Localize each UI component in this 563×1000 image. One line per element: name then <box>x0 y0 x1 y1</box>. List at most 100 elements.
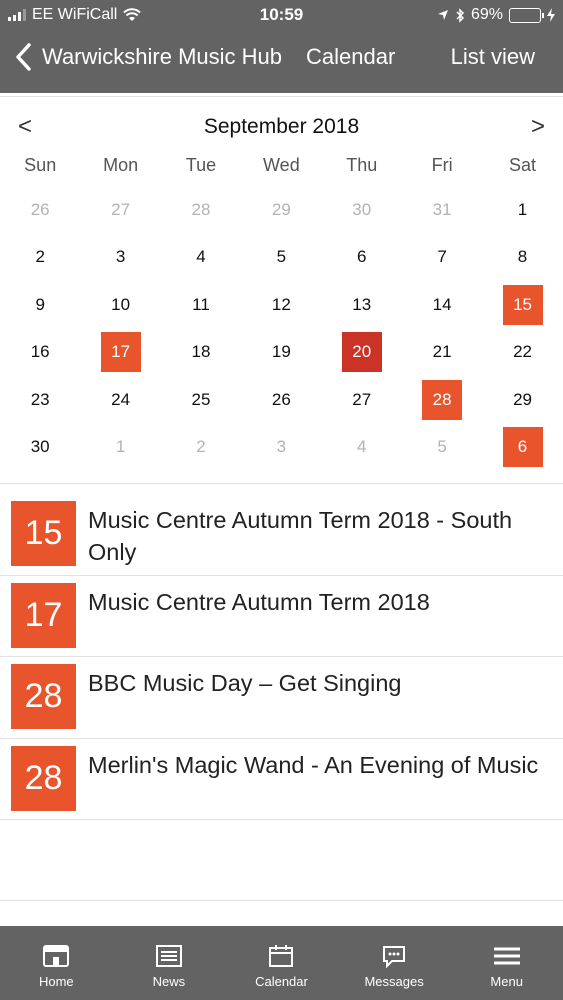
status-bar: EE WiFiCall 10:59 69% <box>0 0 563 32</box>
calendar-day-event[interactable]: 15 <box>482 281 562 329</box>
day-number: 6 <box>502 427 543 468</box>
calendar-day[interactable]: 26 <box>241 376 321 424</box>
calendar-day[interactable]: 27 <box>322 376 402 424</box>
calendar-day-event[interactable]: 6 <box>482 424 562 472</box>
calendar-day[interactable]: 3 <box>241 424 321 472</box>
calendar-day[interactable]: 22 <box>482 329 562 377</box>
month-label: September 2018 <box>203 115 360 138</box>
calendar-day[interactable]: 4 <box>161 234 241 282</box>
calendar-day[interactable]: 31 <box>402 186 482 234</box>
day-number: 10 <box>111 294 131 314</box>
calendar-day[interactable]: 30 <box>0 424 80 472</box>
day-number: 25 <box>191 389 211 409</box>
calendar-grid: 26 27 28 29 30 31 1 2 3 4 5 6 7 8 9 10 11 12 13 14 15 16 17 18 1… <box>0 186 563 471</box>
weekday-label: Sun <box>24 155 57 175</box>
list-view-button[interactable]: List view <box>451 44 535 70</box>
event-list-item[interactable]: 17 Music Centre Autumn Term 2018 <box>0 576 563 657</box>
calendar-day[interactable]: 21 <box>402 329 482 377</box>
calendar-day[interactable]: 18 <box>161 329 241 377</box>
divider <box>0 900 563 901</box>
tab-label: Menu <box>490 974 523 989</box>
event-title: Music Centre Autumn Term 2018 - South On… <box>88 507 513 565</box>
event-list-item[interactable]: 28 Merlin's Magic Wand - An Evening of Mu… <box>0 739 563 820</box>
calendar-day-event[interactable]: 28 <box>402 376 482 424</box>
messages-icon <box>379 944 409 974</box>
calendar-day[interactable]: 2 <box>161 424 241 472</box>
tab-menu[interactable]: Menu <box>450 926 563 1000</box>
day-number: 2 <box>35 247 45 267</box>
calendar-day[interactable]: 23 <box>0 376 80 424</box>
home-icon <box>41 944 71 974</box>
next-month-button[interactable]: > <box>531 113 545 141</box>
event-list-item[interactable]: 15 Music Centre Autumn Term 2018 - South … <box>0 494 563 576</box>
calendar-day[interactable]: 9 <box>0 281 80 329</box>
calendar-day[interactable]: 26 <box>0 186 80 234</box>
day-number: 4 <box>196 247 206 267</box>
weekday-label: Mon <box>103 155 139 175</box>
day-number: 28 <box>422 379 463 420</box>
calendar-day-event[interactable]: 17 <box>80 329 160 377</box>
day-number: 27 <box>352 389 372 409</box>
calendar-day[interactable]: 13 <box>322 281 402 329</box>
event-date-badge: 28 <box>11 745 76 811</box>
day-number: 11 <box>192 294 210 314</box>
tab-home[interactable]: Home <box>0 926 113 1000</box>
tab-news[interactable]: News <box>113 926 226 1000</box>
calendar-day[interactable]: 4 <box>322 424 402 472</box>
calendar-day[interactable]: 2 <box>0 234 80 282</box>
calendar-day[interactable]: 28 <box>161 186 241 234</box>
section-title: Calendar <box>306 44 396 69</box>
tab-label: Calendar <box>255 974 308 989</box>
day-number: 2 <box>196 437 206 457</box>
day-number: 16 <box>30 342 50 362</box>
event-title: Music Centre Autumn Term 2018 <box>88 588 430 615</box>
event-date-badge: 28 <box>11 664 76 729</box>
calendar-day[interactable]: 27 <box>80 186 160 234</box>
calendar-day[interactable]: 5 <box>402 424 482 472</box>
calendar-day[interactable]: 29 <box>482 376 562 424</box>
weekday-label: Sat <box>509 155 537 175</box>
top-bar: EE WiFiCall 10:59 69% Warwickshire Music… <box>0 0 563 93</box>
weekday-label: Wed <box>263 155 300 175</box>
calendar-day[interactable]: 11 <box>161 281 241 329</box>
tab-calendar[interactable]: Calendar <box>225 926 338 1000</box>
calendar-day[interactable]: 14 <box>402 281 482 329</box>
calendar-day[interactable]: 29 <box>241 186 321 234</box>
page-title[interactable]: Warwickshire Music Hub <box>42 44 282 70</box>
calendar-day[interactable]: 7 <box>402 234 482 282</box>
calendar-week: 2 3 4 5 6 7 8 <box>0 234 563 282</box>
day-number: 6 <box>357 247 367 267</box>
calendar-day[interactable]: 3 <box>80 234 160 282</box>
day-number: 30 <box>30 437 50 457</box>
battery-percent: 69% <box>470 6 503 23</box>
day-number: 21 <box>432 342 452 362</box>
calendar-week: 30 1 2 3 4 5 6 <box>0 424 563 472</box>
calendar-day[interactable]: 30 <box>322 186 402 234</box>
day-number: 18 <box>191 342 211 362</box>
tab-label: Messages <box>364 974 424 989</box>
back-button[interactable] <box>14 42 34 72</box>
calendar-day[interactable]: 8 <box>482 234 562 282</box>
calendar-day[interactable]: 24 <box>80 376 160 424</box>
day-number: 4 <box>357 437 367 457</box>
event-title: Merlin's Magic Wand - An Evening of Musi… <box>88 751 539 778</box>
calendar-day[interactable]: 25 <box>161 376 241 424</box>
day-number: 8 <box>517 247 528 267</box>
calendar-day[interactable]: 16 <box>0 329 80 377</box>
event-list-item[interactable]: 28 BBC Music Day – Get Singing <box>0 657 563 739</box>
tab-messages[interactable]: Messages <box>338 926 451 1000</box>
day-number: 23 <box>30 389 50 409</box>
calendar-day[interactable]: 5 <box>241 234 321 282</box>
calendar-day[interactable]: 1 <box>80 424 160 472</box>
day-number: 15 <box>502 284 543 325</box>
calendar-day[interactable]: 6 <box>322 234 402 282</box>
calendar-day[interactable]: 19 <box>241 329 321 377</box>
battery-icon <box>509 7 544 23</box>
calendar-day[interactable]: 1 <box>482 186 562 234</box>
weekday-label: Fri <box>431 155 453 175</box>
menu-icon <box>492 944 522 974</box>
calendar-day[interactable]: 10 <box>80 281 160 329</box>
day-number: 12 <box>271 294 291 314</box>
calendar-day-highlight[interactable]: 20 <box>322 329 402 377</box>
calendar-day[interactable]: 12 <box>241 281 321 329</box>
